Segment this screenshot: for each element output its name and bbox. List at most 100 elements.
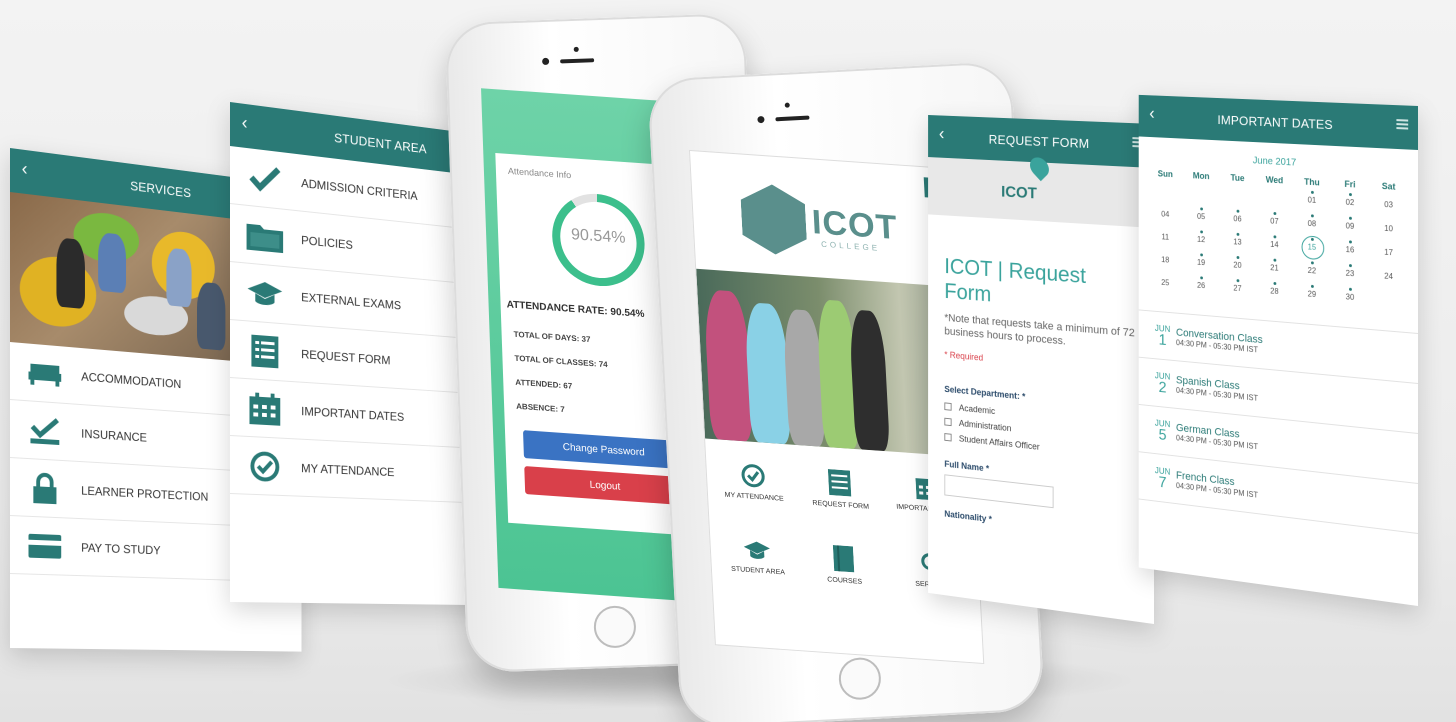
event-day: 7 [1149,474,1176,492]
bed-icon [26,357,64,390]
event-body: Spanish Class 04:30 PM - 05:30 PM IST [1176,375,1258,403]
calendar-day[interactable]: 03 [1369,190,1408,216]
option-label: Administration [959,418,1012,433]
total-days: TOTAL OF DAYS: 37 [513,330,590,344]
credit-card-icon [26,530,64,561]
calendar-day[interactable]: 30 [1331,282,1369,309]
calendar-day [1219,182,1256,207]
calendar-day[interactable]: 22 [1293,256,1331,282]
calendar-day[interactable]: 24 [1369,262,1408,289]
student-item-label: MY ATTENDANCE [301,461,394,479]
calendar-day[interactable]: 14 [1256,230,1293,256]
checkbox[interactable] [944,402,951,410]
sensor [574,47,579,52]
services-title: SERVICES [130,178,191,200]
earpiece-speaker [560,58,594,63]
services-item-label: PAY TO STUDY [81,540,160,557]
calendar-day[interactable]: 07 [1256,207,1293,233]
event-day: 5 [1149,426,1176,444]
calendar-day[interactable]: 17 [1369,238,1408,265]
graduation-cap-icon [743,539,770,563]
attendance-rate: ATTENDANCE RATE: 90.54% [506,299,644,320]
services-item-label: INSURANCE [81,426,147,444]
home-button[interactable] [838,657,882,701]
calendar-day[interactable]: 11 [1148,223,1184,248]
calendar-day[interactable]: 29 [1293,280,1331,306]
calendar-day[interactable]: 15 [1293,233,1331,259]
calendar-day[interactable]: 16 [1331,235,1369,261]
event-day: 1 [1149,332,1176,350]
home-button[interactable] [593,605,636,648]
calendar-day[interactable]: 05 [1183,203,1219,228]
tile-student-area[interactable]: STUDENT AREA [716,537,798,578]
form-icon [246,335,284,368]
calendar-day[interactable]: 28 [1256,277,1293,303]
back-icon[interactable]: ‹ [242,114,248,133]
calendar-day[interactable]: 10 [1369,214,1408,240]
event-date: JUN 2 [1149,370,1176,397]
calendar-day[interactable]: 27 [1219,274,1256,300]
calendar-day [1148,178,1184,203]
lock-icon [26,472,64,504]
tile-label: STUDENT AREA [731,566,785,577]
change-password-button[interactable]: Change Password [523,430,684,469]
calendar-day[interactable]: 26 [1183,271,1219,297]
calendar-day[interactable]: 12 [1183,225,1219,250]
services-item-label: LEARNER PROTECTION [81,483,208,503]
checkbox[interactable] [944,418,951,426]
request-form-title: REQUEST FORM [989,131,1090,150]
services-item-label: ACCOMMODATION [81,369,181,390]
important-dates-screen: ‹ IMPORTANT DATES June 2017 Sun Mon Tue … [1139,95,1418,606]
calendar-day[interactable]: 18 [1148,246,1184,271]
icot-logo: ICOT COLLEGE [740,182,904,263]
attended-count: ATTENDED: 67 [515,378,572,391]
hamburger-menu-icon[interactable] [1396,119,1408,129]
back-icon[interactable]: ‹ [22,160,28,179]
back-icon[interactable]: ‹ [939,125,945,142]
calendar-day[interactable]: 04 [1148,200,1184,225]
option-label: Academic [959,403,995,416]
calendar-day[interactable]: 25 [1148,269,1184,295]
mockup-scene: ‹ SERVICES ACCOMMODATION INSURANCE LEARN… [0,0,1456,722]
front-camera [542,58,549,65]
tile-label: COURSES [827,576,862,585]
back-icon[interactable]: ‹ [1149,105,1154,122]
calendar-day[interactable]: 06 [1219,205,1256,230]
calendar-day [1369,285,1408,312]
calendar-day[interactable]: 13 [1219,228,1256,254]
tile-my-attendance[interactable]: MY ATTENDANCE [712,461,794,504]
check-circle-icon [740,463,765,489]
check-circle-icon [246,450,284,481]
calendar-day[interactable]: 23 [1331,259,1369,285]
earpiece-speaker [775,116,809,122]
front-camera [757,116,764,123]
event-body: Conversation Class 04:30 PM - 05:30 PM IS… [1176,327,1263,355]
calendar-day[interactable]: 20 [1219,251,1256,277]
student-item-label: REQUEST FORM [301,347,390,367]
graduation-cap-icon [246,277,284,310]
calendar-day[interactable]: 21 [1256,253,1293,279]
calendar-day[interactable]: 08 [1293,209,1331,235]
calendar-day[interactable]: 01 [1293,186,1331,212]
event-day: 2 [1149,379,1176,397]
total-classes: TOTAL OF CLASSES: 74 [514,354,608,370]
calendar-day[interactable]: 02 [1331,188,1369,214]
calendar-day [1183,180,1219,205]
folder-icon [246,219,284,253]
tile-label: REQUEST FORM [812,500,869,511]
absence-count: ABSENCE: 7 [516,402,565,414]
tile-label: MY ATTENDANCE [724,492,784,503]
calendar-grid: 01 02 03 04 05 06 07 08 09 10 11 12 13 14 15 16 17 18 19 20… [1139,177,1418,313]
checkbox[interactable] [944,433,951,441]
calendar-day [1256,184,1293,210]
tile-request-form[interactable]: REQUEST FORM [799,467,881,512]
tile-courses[interactable]: COURSES [803,543,885,588]
logout-button[interactable]: Logout [524,466,685,505]
calendar-day[interactable]: 19 [1183,248,1219,274]
calendar-icon [246,392,284,424]
student-item-label: ADMISSION CRITERIA [301,176,417,203]
checkmark-icon [246,161,284,195]
form-icon [828,469,851,497]
calendar-day[interactable]: 09 [1331,212,1369,238]
event-date: JUN 5 [1149,417,1176,445]
